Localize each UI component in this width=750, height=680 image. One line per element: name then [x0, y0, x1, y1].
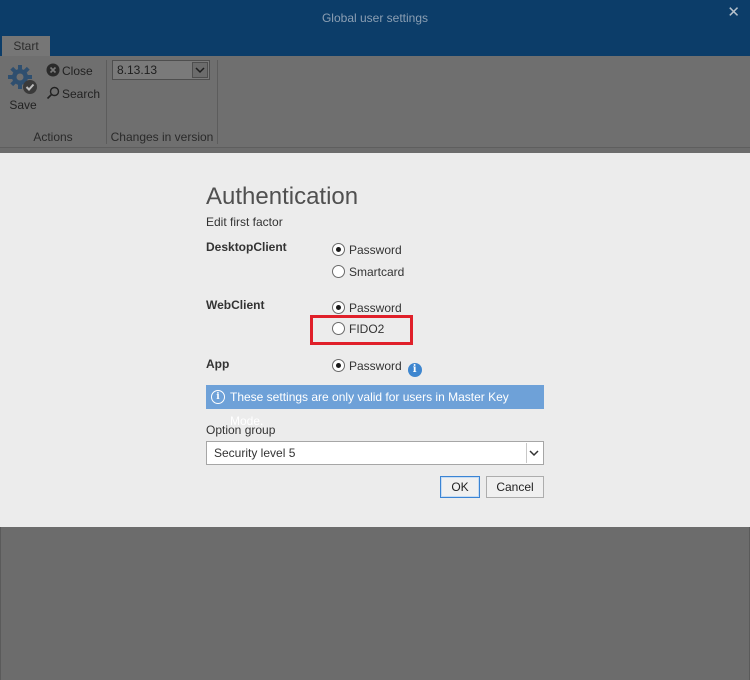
desktopclient-label: DesktopClient: [206, 240, 287, 254]
window-title-bar: Global user settings ✕: [0, 0, 750, 36]
dialog-title: Authentication: [206, 183, 359, 210]
radio-selected-icon: [332, 243, 345, 256]
close-circle-icon: [46, 63, 60, 77]
cancel-button[interactable]: Cancel: [486, 476, 544, 498]
ok-button[interactable]: OK: [440, 476, 480, 498]
close-label: Close: [62, 64, 93, 78]
ribbon: Save Close Search Actions 8.13.13 Change…: [0, 56, 750, 148]
webclient-label: WebClient: [206, 298, 265, 312]
app-password-radio[interactable]: Password i: [332, 358, 422, 377]
gear-check-icon: [8, 65, 37, 94]
radio-label: Password: [349, 359, 402, 373]
option-group-label: Option group: [206, 423, 276, 437]
tab-start[interactable]: Start: [2, 36, 50, 56]
dialog-subtitle: Edit first factor: [206, 215, 283, 229]
ribbon-tabstrip: Start: [0, 36, 750, 56]
option-group-dropdown[interactable]: Security level 5: [206, 441, 544, 465]
chevron-down-icon[interactable]: [526, 443, 542, 463]
radio-label: Smartcard: [349, 265, 405, 279]
search-button[interactable]: Search: [46, 85, 100, 103]
version-group-label: Changes in version: [110, 130, 214, 144]
search-icon: [46, 86, 60, 100]
desktopclient-smartcard-radio[interactable]: Smartcard: [332, 264, 404, 280]
option-group-value: Security level 5: [214, 446, 296, 460]
app-label: App: [206, 357, 230, 371]
desktopclient-password-radio[interactable]: Password: [332, 242, 402, 258]
radio-label: Password: [349, 243, 402, 257]
save-button[interactable]: Save: [6, 64, 40, 114]
radio-unselected-icon: [332, 265, 345, 278]
chevron-down-icon[interactable]: [192, 62, 208, 78]
ribbon-group-actions: Save Close Search Actions: [0, 56, 106, 148]
search-label: Search: [62, 87, 101, 101]
ribbon-group-version: 8.13.13 Changes in version: [107, 56, 217, 148]
radio-selected-icon: [332, 359, 345, 372]
save-label: Save: [9, 98, 37, 112]
info-icon[interactable]: i: [407, 363, 422, 377]
close-button[interactable]: Close: [46, 62, 93, 80]
radio-label: Password: [349, 301, 402, 315]
window-close-icon[interactable]: ✕: [727, 0, 740, 28]
version-value: 8.13.13: [117, 63, 158, 77]
highlight-box: [310, 315, 413, 345]
info-notice: i These settings are only valid for user…: [206, 385, 544, 428]
actions-group-label: Actions: [33, 130, 73, 144]
window-title: Global user settings: [321, 11, 429, 25]
authentication-dialog: Authentication Edit first factor Desktop…: [0, 153, 750, 527]
radio-selected-icon: [332, 301, 345, 314]
version-dropdown[interactable]: 8.13.13: [112, 60, 210, 80]
webclient-password-radio[interactable]: Password: [332, 300, 402, 316]
ribbon-divider: [217, 60, 218, 144]
info-icon: i: [211, 390, 225, 404]
background-panel: [0, 527, 750, 680]
